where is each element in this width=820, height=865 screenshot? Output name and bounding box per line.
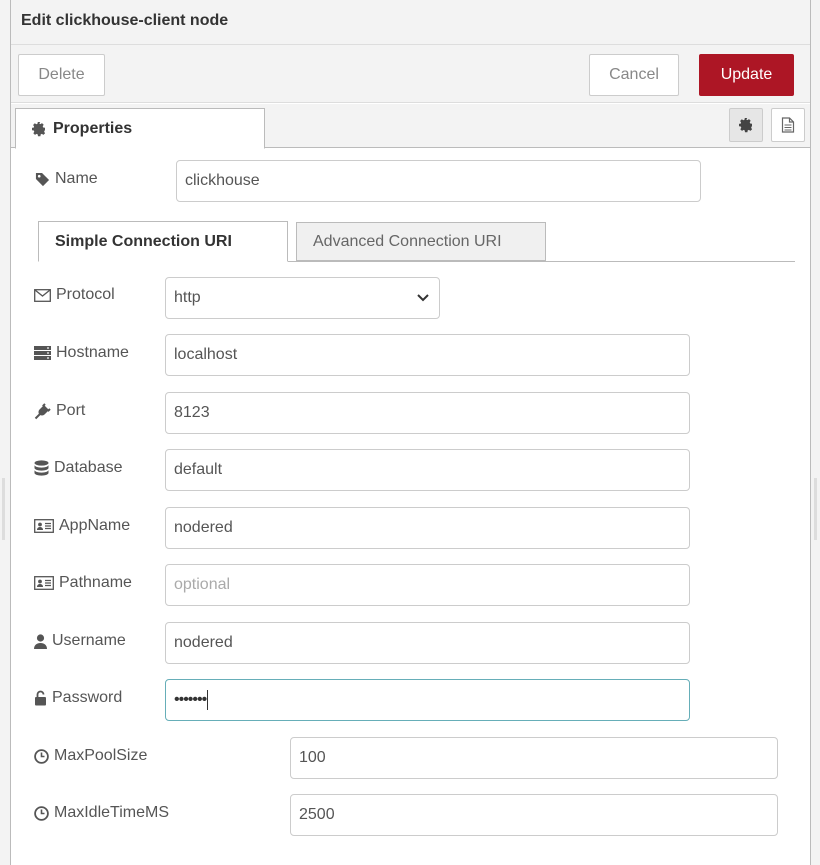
tag-icon bbox=[35, 172, 50, 186]
protocol-select[interactable]: http bbox=[165, 277, 440, 319]
pathname-row: Pathname optional bbox=[34, 564, 794, 608]
password-input-value: ••••••• bbox=[174, 691, 207, 708]
username-row: Username nodered bbox=[34, 622, 794, 666]
name-input[interactable]: clickhouse bbox=[176, 160, 701, 202]
appname-row: AppName nodered bbox=[34, 507, 794, 551]
name-row: Name clickhouse bbox=[35, 160, 795, 204]
pathname-input[interactable]: optional bbox=[165, 564, 690, 606]
port-label: Port bbox=[34, 402, 85, 420]
unlock-icon bbox=[35, 690, 46, 706]
id-card-icon bbox=[34, 576, 54, 590]
tray-header: Edit clickhouse-client node bbox=[11, 0, 810, 45]
pathname-label: Pathname bbox=[34, 574, 132, 592]
update-button[interactable]: Update bbox=[699, 54, 794, 96]
node-settings-button[interactable] bbox=[729, 108, 763, 142]
appname-label: AppName bbox=[34, 517, 130, 535]
file-text-icon bbox=[781, 117, 795, 133]
connection-tabs: Simple Connection URI Advanced Connectio… bbox=[38, 221, 795, 262]
database-row: Database default bbox=[34, 449, 794, 493]
password-label: Password bbox=[34, 689, 122, 707]
right-resize-handle[interactable] bbox=[814, 478, 817, 540]
node-description-button[interactable] bbox=[771, 108, 805, 142]
gear-icon bbox=[32, 121, 46, 136]
maxidletime-label: MaxIdleTimeMS bbox=[34, 804, 169, 822]
tabs-bar: Properties bbox=[11, 104, 810, 149]
tab-properties[interactable]: Properties bbox=[15, 108, 265, 149]
hostname-row: Hostname localhost bbox=[34, 334, 794, 378]
protocol-row: Protocol http bbox=[34, 277, 794, 321]
hostname-input[interactable]: localhost bbox=[165, 334, 690, 376]
cancel-button[interactable]: Cancel bbox=[589, 54, 679, 96]
maxpoolsize-label: MaxPoolSize bbox=[34, 747, 147, 765]
maxidletime-row: MaxIdleTimeMS 2500 bbox=[34, 794, 794, 838]
protocol-select-value: http bbox=[174, 289, 201, 306]
chevron-down-icon bbox=[417, 294, 429, 302]
protocol-label: Protocol bbox=[34, 286, 115, 304]
clock-icon bbox=[34, 748, 49, 764]
port-row: Port 8123 bbox=[34, 392, 794, 436]
tab-simple-connection[interactable]: Simple Connection URI bbox=[38, 221, 288, 262]
database-icon bbox=[34, 459, 49, 476]
database-input[interactable]: default bbox=[165, 449, 690, 491]
text-caret bbox=[207, 690, 209, 710]
password-input[interactable]: ••••••• bbox=[165, 679, 690, 721]
appname-input[interactable]: nodered bbox=[165, 507, 690, 549]
database-label: Database bbox=[34, 459, 123, 477]
password-row: Password ••••••• bbox=[34, 679, 794, 723]
maxpoolsize-input[interactable]: 100 bbox=[290, 737, 778, 779]
name-label: Name bbox=[35, 170, 98, 188]
id-card-icon bbox=[34, 519, 54, 533]
user-icon bbox=[34, 633, 47, 649]
left-resize-handle[interactable] bbox=[2, 478, 5, 540]
server-icon bbox=[34, 346, 51, 360]
clock-icon bbox=[34, 805, 49, 821]
gear-icon bbox=[739, 118, 753, 133]
port-input[interactable]: 8123 bbox=[165, 392, 690, 434]
delete-button[interactable]: Delete bbox=[18, 54, 105, 96]
hostname-label: Hostname bbox=[34, 344, 129, 362]
maxidletime-input[interactable]: 2500 bbox=[290, 794, 778, 836]
username-label: Username bbox=[34, 632, 126, 650]
maxpoolsize-row: MaxPoolSize 100 bbox=[34, 737, 794, 781]
plug-icon bbox=[34, 402, 51, 419]
tab-advanced-connection[interactable]: Advanced Connection URI bbox=[296, 222, 546, 261]
tab-properties-label: Properties bbox=[53, 119, 133, 137]
envelope-icon bbox=[34, 288, 51, 302]
tray-title: Edit clickhouse-client node bbox=[21, 12, 229, 29]
tray-toolbar: Delete Cancel Update bbox=[11, 45, 810, 103]
username-input[interactable]: nodered bbox=[165, 622, 690, 664]
